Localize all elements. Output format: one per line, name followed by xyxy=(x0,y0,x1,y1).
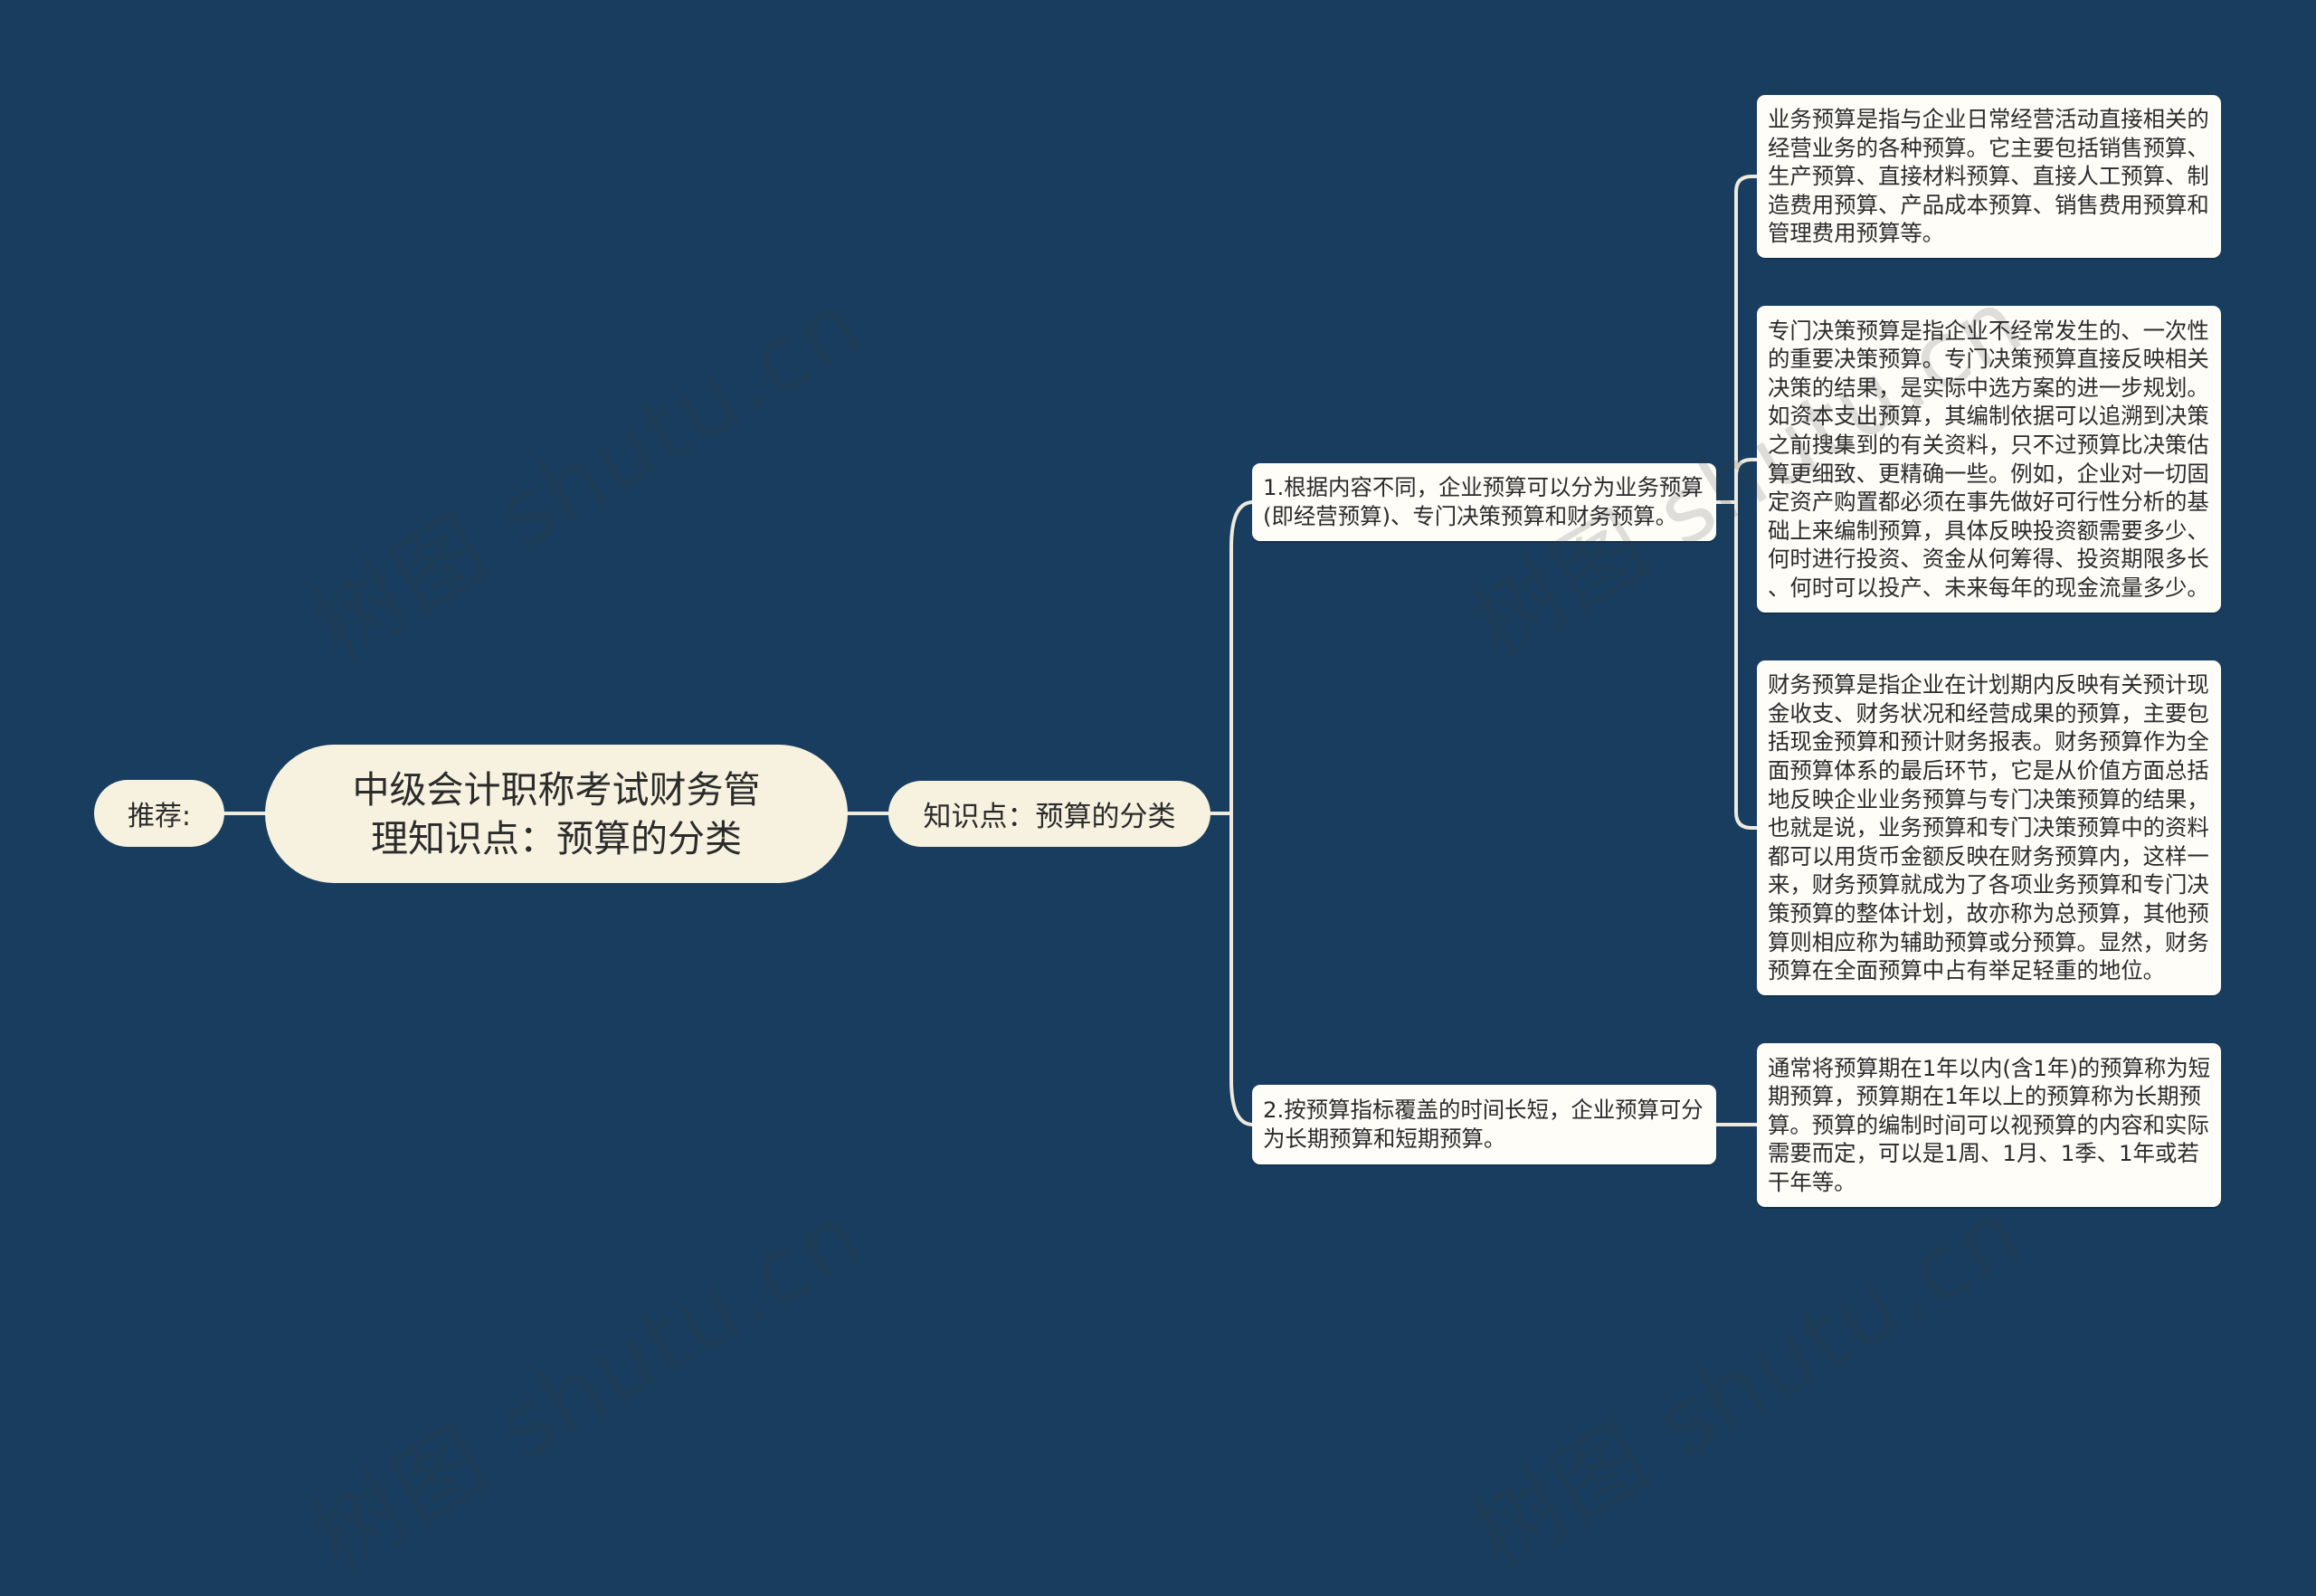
branch-label: 1.根据内容不同，企业预算可以分为业务预算(即经营预算)、专门决策预算和财务预算… xyxy=(1263,474,1704,529)
root-topic-node[interactable]: 中级会计职称考试财务管理知识点：预算的分类 xyxy=(265,745,848,883)
root-topic-title: 中级会计职称考试财务管理知识点：预算的分类 xyxy=(352,767,761,860)
knowledge-point-node[interactable]: 知识点：预算的分类 xyxy=(888,781,1210,847)
connector-topic-branch-1 xyxy=(1229,500,1255,815)
connector-topic-branch-2 xyxy=(1229,812,1255,1126)
leaf-text: 业务预算是指与企业日常经营活动直接相关的经营业务的各种预算。它主要包括销售预算、… xyxy=(1768,106,2209,247)
leaf-text: 专门决策预算是指企业不经常发生的、一次性的重要决策预算。专门决策预算直接反映相关… xyxy=(1768,317,2209,601)
branch-label: 2.按预算指标覆盖的时间长短，企业预算可分为长期预算和短期预算。 xyxy=(1263,1097,1704,1152)
branch-node-by-time-span[interactable]: 2.按预算指标覆盖的时间长短，企业预算可分为长期预算和短期预算。 xyxy=(1252,1085,1716,1164)
leaf-text: 通常将预算期在1年以内(含1年)的预算称为短期预算，预算期在1年以上的预算称为长… xyxy=(1768,1054,2211,1195)
connector-branch-1-leaf-2 xyxy=(1734,458,1760,478)
mind-map-canvas: 推荐: 中级会计职称考试财务管理知识点：预算的分类 知识点：预算的分类 1.根据… xyxy=(0,0,2316,1591)
branch-node-by-content[interactable]: 1.根据内容不同，企业预算可以分为业务预算(即经营预算)、专门决策预算和财务预算… xyxy=(1252,463,1716,541)
leaf-node-short-long-term-budget[interactable]: 通常将预算期在1年以内(含1年)的预算称为短期预算，预算期在1年以上的预算称为长… xyxy=(1757,1043,2221,1207)
leaf-node-financial-budget[interactable]: 财务预算是指企业在计划期内反映有关预计现金收支、财务状况和经营成果的预算，主要包… xyxy=(1757,660,2221,995)
leaf-node-business-budget[interactable]: 业务预算是指与企业日常经营活动直接相关的经营业务的各种预算。它主要包括销售预算、… xyxy=(1757,95,2221,258)
connector-branch-1-leaf-3 xyxy=(1734,500,1760,830)
knowledge-point-label: 知识点：预算的分类 xyxy=(923,801,1176,833)
recommend-node[interactable]: 推荐: xyxy=(94,780,224,847)
leaf-text: 财务预算是指企业在计划期内反映有关预计现金收支、财务状况和经营成果的预算，主要包… xyxy=(1768,671,2209,984)
connector-branch-1-leaf-1 xyxy=(1734,175,1760,504)
leaf-node-special-decision-budget[interactable]: 专门决策预算是指企业不经常发生的、一次性的重要决策预算。专门决策预算直接反映相关… xyxy=(1757,306,2221,613)
recommend-label: 推荐: xyxy=(127,801,192,832)
